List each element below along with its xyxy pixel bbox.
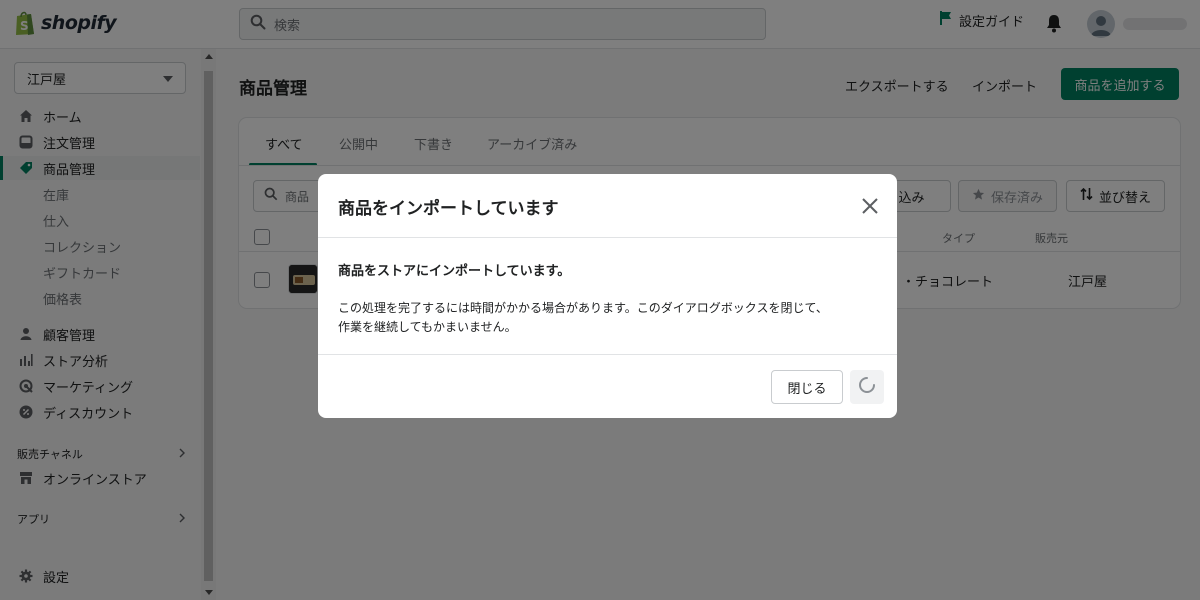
modal-body: この処理を完了するには時間がかかる場合があります。このダイアログボックスを閉じて…	[338, 301, 828, 334]
spinner-icon	[858, 376, 876, 398]
modal-heading: 商品をストアにインポートしています。	[338, 264, 571, 279]
import-modal: 商品をインポートしています 商品をストアにインポートしています。 この処理を完了…	[318, 174, 897, 418]
modal-title: 商品をインポートしています	[338, 199, 559, 219]
loading-button[interactable]	[850, 370, 884, 404]
close-icon[interactable]	[858, 194, 882, 218]
modal-divider	[318, 237, 897, 238]
close-button[interactable]: 閉じる	[771, 370, 843, 404]
modal-footer-divider	[318, 354, 897, 355]
